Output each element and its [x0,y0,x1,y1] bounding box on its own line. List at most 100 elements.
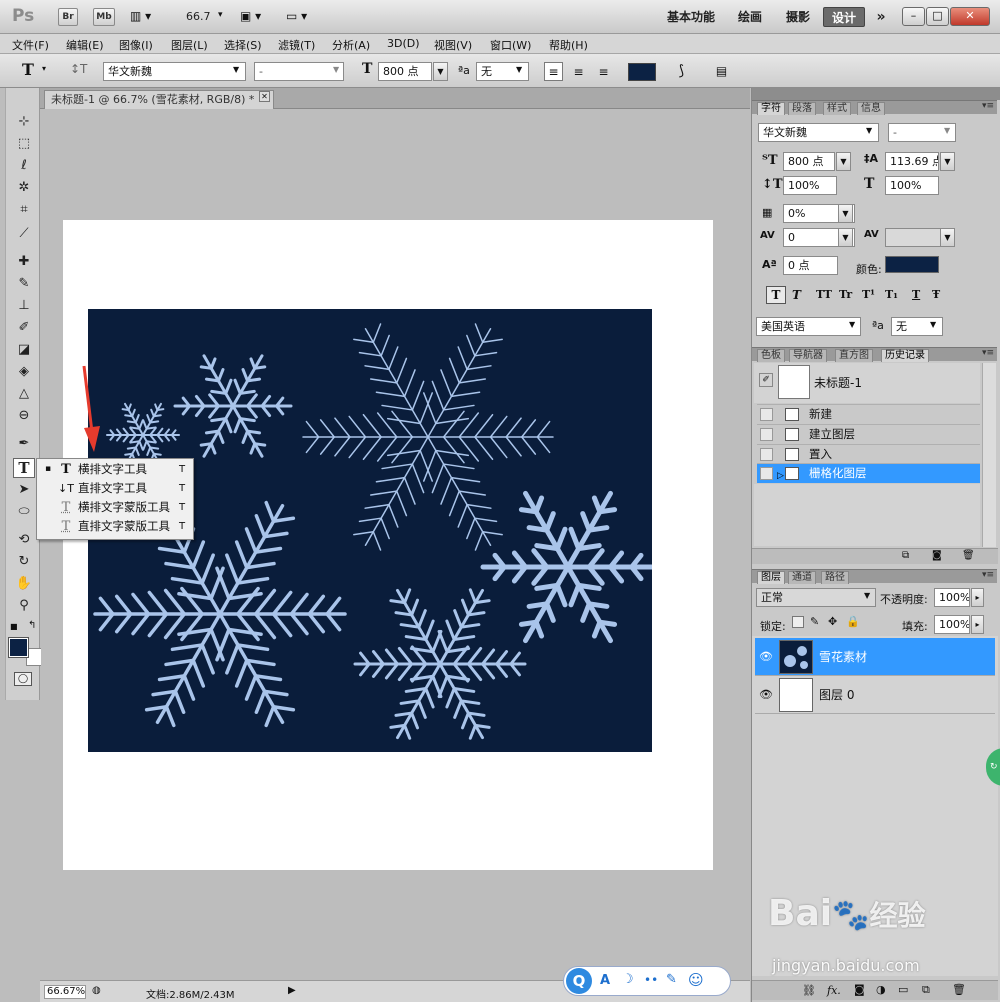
tab-paragraph[interactable]: 段落 [788,102,816,115]
char-vertical-scale-input[interactable]: 100% [783,176,837,195]
path-selection-tool-icon[interactable]: ➤ [13,480,35,500]
fill-dropdown[interactable]: ▸ [971,615,984,634]
menu-window[interactable]: 窗口(W) [490,37,531,53]
all-caps-button[interactable]: TT [816,288,832,301]
fill-input[interactable]: 100% [934,615,970,634]
font-size-input[interactable]: 800 点 [378,62,432,81]
char-color-swatch[interactable] [885,256,939,273]
workspace-painting[interactable]: 绘画 [730,7,770,27]
clone-stamp-tool-icon[interactable]: ⊥ [13,296,35,316]
history-snapshot-row[interactable]: ✐ 未标题-1 [754,363,980,403]
panel-menu-icon[interactable]: ▾≡ [982,348,994,358]
zoom-field[interactable]: 66.67% [44,985,86,999]
faux-bold-button[interactable]: T [766,286,786,304]
pen-tool-icon[interactable]: ✒ [13,434,35,454]
ime-emoji-icon[interactable]: ☺ [688,971,704,989]
history-source-checkbox[interactable] [760,428,773,441]
maximize-button[interactable]: □ [926,7,949,26]
menu-3d[interactable]: 3D(D) [387,37,420,50]
adjustment-icon[interactable]: ◑ [876,983,886,996]
brush-tool-icon[interactable]: ✎ [13,274,35,294]
menu-filter[interactable]: 滤镜(T) [278,37,315,53]
char-language-select[interactable]: 美国英语 [756,317,861,336]
ime-punctuation-icon[interactable]: •• [644,973,658,987]
mask-icon[interactable]: ◙ [854,983,865,996]
menu-view[interactable]: 视图(V) [434,37,472,53]
status-menu-arrow-icon[interactable]: ▶ [288,985,296,996]
align-right-icon[interactable]: ≡ [594,62,613,81]
lasso-tool-icon[interactable]: ℓ [13,156,35,176]
tab-history[interactable]: 历史记录 [881,349,929,362]
history-state[interactable]: 置入 [757,444,980,464]
history-state[interactable]: 新建 [757,404,980,424]
workspace-design[interactable]: 设计 [823,7,865,27]
trash-icon[interactable]: 🗑 [962,550,975,561]
text-color-swatch[interactable] [628,63,656,81]
trash-icon[interactable]: 🗑 [952,983,966,996]
zoom-dropdown-icon[interactable]: ▾ [218,10,223,20]
new-document-from-state-icon[interactable]: ⧉ [902,550,909,561]
lock-all-icon[interactable]: 🔒 [846,615,860,628]
character-panel-toggle-icon[interactable]: ▤ [712,61,731,80]
char-tsume-dropdown[interactable]: ▼ [838,204,853,223]
tab-styles[interactable]: 样式 [823,102,851,115]
foreground-color-swatch[interactable] [9,638,28,657]
char-kerning-dropdown[interactable]: ▼ [838,228,853,247]
tab-paths[interactable]: 路径 [821,571,849,584]
opacity-input[interactable]: 100% [934,588,970,607]
layer-row-selected[interactable]: 👁 雪花素材 [755,638,995,676]
strikethrough-button[interactable]: Ŧ [932,288,940,301]
tab-histogram[interactable]: 直方图 [835,349,873,362]
quick-select-tool-icon[interactable]: ✲ [13,178,35,198]
healing-brush-tool-icon[interactable]: ✚ [13,252,35,272]
fx-icon[interactable]: fx. [827,984,841,997]
vertical-type-tool-item[interactable]: ↓T 直排文字工具 T [37,479,193,498]
tab-navigator[interactable]: 导航器 [789,349,827,362]
char-leading-dropdown[interactable]: ▼ [940,152,955,171]
menu-help[interactable]: 帮助(H) [549,37,588,53]
opacity-dropdown[interactable]: ▸ [971,588,984,607]
tab-layers[interactable]: 图层 [757,571,785,584]
char-leading-input[interactable]: 113.69 点 [885,152,939,171]
close-tab-icon[interactable]: ✕ [259,91,270,102]
ime-fullwidth-icon[interactable]: ☽ [622,972,634,987]
document-tab[interactable]: 未标题-1 @ 66.7% (雪花素材, RGB/8) * [44,90,274,109]
bridge-button[interactable]: Br [58,8,78,26]
workspace-photography[interactable]: 摄影 [778,7,818,27]
blur-tool-icon[interactable]: △ [13,384,35,404]
warp-text-icon[interactable]: ⟆ [672,61,691,80]
zoom-tool-icon[interactable]: ⚲ [13,596,35,616]
zoom-level[interactable]: 66.7 [186,10,211,23]
lock-pixels-icon[interactable]: ✎ [810,615,819,628]
new-layer-icon[interactable]: ⧉ [922,983,930,997]
char-tracking-dropdown[interactable]: ▼ [940,228,955,247]
small-caps-button[interactable]: Tr [839,288,852,301]
tool-preset-dropdown-icon[interactable]: ▾ [42,64,46,73]
swap-colors-icon[interactable]: ↰ [28,620,36,631]
layer-row[interactable]: 👁 图层 0 [755,676,995,714]
menu-analysis[interactable]: 分析(A) [332,37,370,53]
paint-bucket-tool-icon[interactable]: ◈ [13,362,35,382]
menu-layer[interactable]: 图层(L) [171,37,208,53]
font-size-dropdown[interactable]: ▼ [433,62,448,81]
orientation-toggle-icon[interactable]: ↕T [70,62,87,76]
history-source-checkbox[interactable] [760,448,773,461]
lock-position-icon[interactable]: ✥ [828,615,837,628]
visibility-eye-icon[interactable]: 👁 [758,649,774,665]
marquee-tool-icon[interactable]: ⬚ [13,134,35,154]
3d-rotate-tool-icon[interactable]: ⟲ [13,530,35,550]
char-baseline-shift-input[interactable]: 0 点 [783,256,838,275]
tab-info[interactable]: 信息 [857,102,885,115]
align-center-icon[interactable]: ≡ [569,62,588,81]
font-family-select[interactable]: 华文新魏 [103,62,246,81]
view-extras-icon[interactable]: ▥ ▾ [130,9,156,25]
horizontal-type-tool-item[interactable]: ▪ T 横排文字工具 T [37,460,193,479]
history-brush-tool-icon[interactable]: ✐ [13,318,35,338]
char-horizontal-scale-input[interactable]: 100% [885,176,939,195]
snapshot-camera-icon[interactable]: ◙ [932,550,942,561]
hand-tool-icon[interactable]: ✋ [13,574,35,594]
tool-preset-icon[interactable]: T [22,60,34,79]
link-icon[interactable]: ⛓ [802,984,816,997]
tab-character[interactable]: 字符 [757,102,785,115]
move-tool-icon[interactable]: ⊹ [13,112,35,132]
